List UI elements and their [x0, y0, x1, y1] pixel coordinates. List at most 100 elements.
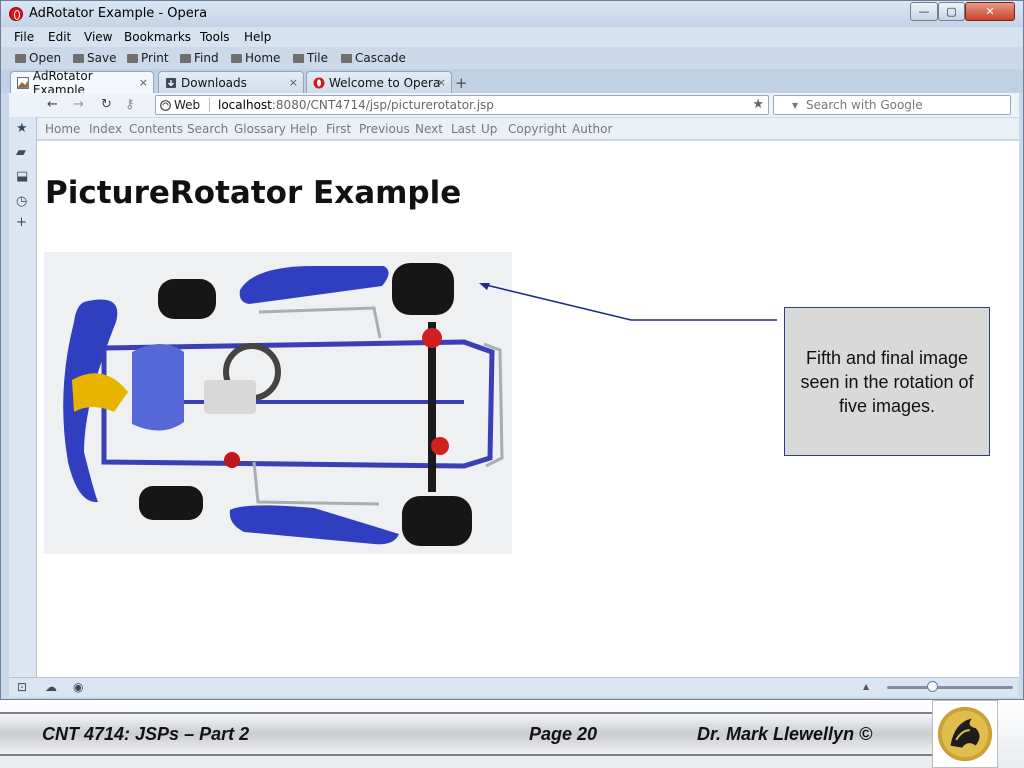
toolbar: Open Save Print Find Home Tile Cascade: [1, 47, 1023, 69]
save-icon: [73, 53, 84, 63]
opera-logo-icon: [9, 7, 23, 21]
downloads-icon[interactable]: ⬓: [16, 169, 28, 184]
nav-author[interactable]: Author: [572, 122, 612, 136]
search-field[interactable]: ▼ Search with Google: [773, 95, 1011, 115]
search-placeholder: Search with Google: [806, 98, 923, 112]
search-engine-dropdown-icon[interactable]: ▼: [792, 101, 798, 110]
tab-close-icon[interactable]: ×: [139, 76, 148, 89]
page-number: Page 20: [529, 724, 598, 744]
title-bar[interactable]: AdRotator Example - Opera — ▢ ✕: [1, 1, 1023, 27]
minimize-button[interactable]: —: [910, 2, 938, 21]
menu-file[interactable]: File: [14, 30, 34, 44]
open-icon: [15, 53, 26, 63]
tab-strip: AdRotator Example × Downloads × Welcome …: [1, 69, 1023, 97]
new-tab-button[interactable]: +: [455, 74, 468, 92]
web-label: Web: [174, 98, 201, 112]
window-title: AdRotator Example - Opera: [29, 6, 208, 21]
cascade-icon: [341, 53, 352, 63]
author-credit: Dr. Mark Llewellyn ©: [697, 724, 873, 744]
menu-help[interactable]: Help: [244, 30, 271, 44]
find-icon: [180, 53, 191, 63]
print-label: Print: [141, 51, 169, 65]
home-button[interactable]: Home: [231, 51, 280, 65]
tab-label: Welcome to Opera: [329, 75, 441, 90]
zoom-slider[interactable]: [887, 686, 1013, 689]
site-navigation-bar: Home Index Contents Search Glossary Help…: [37, 118, 1019, 140]
save-label: Save: [87, 51, 117, 65]
tile-label: Tile: [307, 51, 329, 65]
tab-downloads[interactable]: Downloads ×: [158, 71, 304, 93]
menu-tools[interactable]: Tools: [200, 30, 230, 44]
tab-adrotator[interactable]: AdRotator Example ×: [10, 69, 154, 97]
print-button[interactable]: Print: [127, 51, 169, 65]
forward-arrow-icon[interactable]: →: [73, 97, 84, 112]
nav-search[interactable]: Search: [187, 122, 228, 136]
maximize-button[interactable]: ▢: [938, 2, 965, 21]
cascade-button[interactable]: Cascade: [341, 51, 406, 65]
open-label: Open: [29, 51, 62, 65]
nav-next[interactable]: Next: [415, 122, 443, 136]
globe-icon: [160, 99, 171, 111]
nav-last[interactable]: Last: [451, 122, 476, 136]
bookmarks-star-icon[interactable]: ★: [16, 121, 28, 136]
tile-button[interactable]: Tile: [293, 51, 328, 65]
menu-view[interactable]: View: [84, 30, 112, 44]
callout-box: Fifth and final image seen in the rotati…: [784, 307, 990, 456]
web-badge[interactable]: Web: [160, 98, 211, 112]
find-label: Find: [194, 51, 219, 65]
add-panel-icon[interactable]: +: [16, 215, 27, 230]
nav-home[interactable]: Home: [45, 122, 80, 136]
notes-icon[interactable]: ▰: [16, 145, 26, 160]
opera-icon: [313, 77, 325, 88]
ucf-pegasus-logo-icon: [932, 700, 998, 768]
home-label: Home: [245, 51, 281, 65]
menu-edit[interactable]: Edit: [48, 30, 71, 44]
download-icon: [166, 77, 176, 88]
nav-first[interactable]: First: [326, 122, 351, 136]
back-arrow-icon[interactable]: ←: [47, 97, 58, 112]
nav-previous[interactable]: Previous: [359, 122, 410, 136]
nav-help[interactable]: Help: [290, 122, 317, 136]
key-icon[interactable]: ⚷: [125, 97, 135, 112]
nav-glossary[interactable]: Glossary: [234, 122, 286, 136]
page-title: PictureRotator Example: [45, 175, 462, 211]
url-path: :8080/CNT4714/jsp/picturerotator.jsp: [271, 98, 494, 112]
home-icon: [231, 53, 242, 63]
tab-welcome[interactable]: Welcome to Opera ×: [306, 71, 452, 93]
course-title: CNT 4714: JSPs – Part 2: [42, 724, 250, 744]
slide-footer: CNT 4714: JSPs – Part 2 Page 20 Dr. Mark…: [0, 700, 1024, 768]
zoom-up-icon[interactable]: ▲: [863, 682, 869, 691]
callout-text: Fifth and final image seen in the rotati…: [800, 347, 974, 416]
nav-index[interactable]: Index: [89, 122, 122, 136]
nav-contents[interactable]: Contents: [129, 122, 183, 136]
history-clock-icon[interactable]: ◷: [16, 194, 27, 209]
open-button[interactable]: Open: [15, 51, 61, 65]
tab-label: Downloads: [181, 75, 247, 90]
menu-bookmarks[interactable]: Bookmarks: [124, 30, 191, 44]
panel-toggle-icon[interactable]: ⊡: [17, 680, 27, 694]
find-button[interactable]: Find: [180, 51, 219, 65]
url-text: localhost:8080/CNT4714/jsp/picturerotato…: [218, 98, 494, 112]
nav-copyright[interactable]: Copyright: [508, 122, 567, 136]
cascade-label: Cascade: [355, 51, 406, 65]
tab-close-icon[interactable]: ×: [437, 76, 446, 89]
address-bar: ← → ↻ ⚷ Web localhost:8080/CNT4714/jsp/p…: [9, 93, 1019, 117]
url-field[interactable]: Web localhost:8080/CNT4714/jsp/picturero…: [155, 95, 769, 115]
menu-bar: File Edit View Bookmarks Tools Help: [1, 27, 1023, 47]
turbo-cloud-icon[interactable]: ☁: [45, 680, 57, 694]
nav-up[interactable]: Up: [481, 122, 497, 136]
print-icon: [127, 53, 138, 63]
speed-dial-icon[interactable]: ◉: [73, 680, 83, 694]
picture-icon: [17, 76, 29, 89]
tile-icon: [293, 53, 304, 63]
bookmark-star-icon[interactable]: ★: [752, 97, 764, 112]
zoom-slider-thumb[interactable]: [927, 681, 938, 692]
close-window-button[interactable]: ✕: [965, 2, 1015, 21]
reload-icon[interactable]: ↻: [101, 97, 112, 112]
save-button[interactable]: Save: [73, 51, 116, 65]
side-panel: ★ ▰ ⬓ ◷ +: [9, 117, 37, 677]
tab-close-icon[interactable]: ×: [289, 76, 298, 89]
go-kart-image: [44, 252, 512, 554]
status-bar: ⊡ ☁ ◉ ▲: [9, 677, 1019, 697]
url-host: localhost: [218, 98, 272, 112]
